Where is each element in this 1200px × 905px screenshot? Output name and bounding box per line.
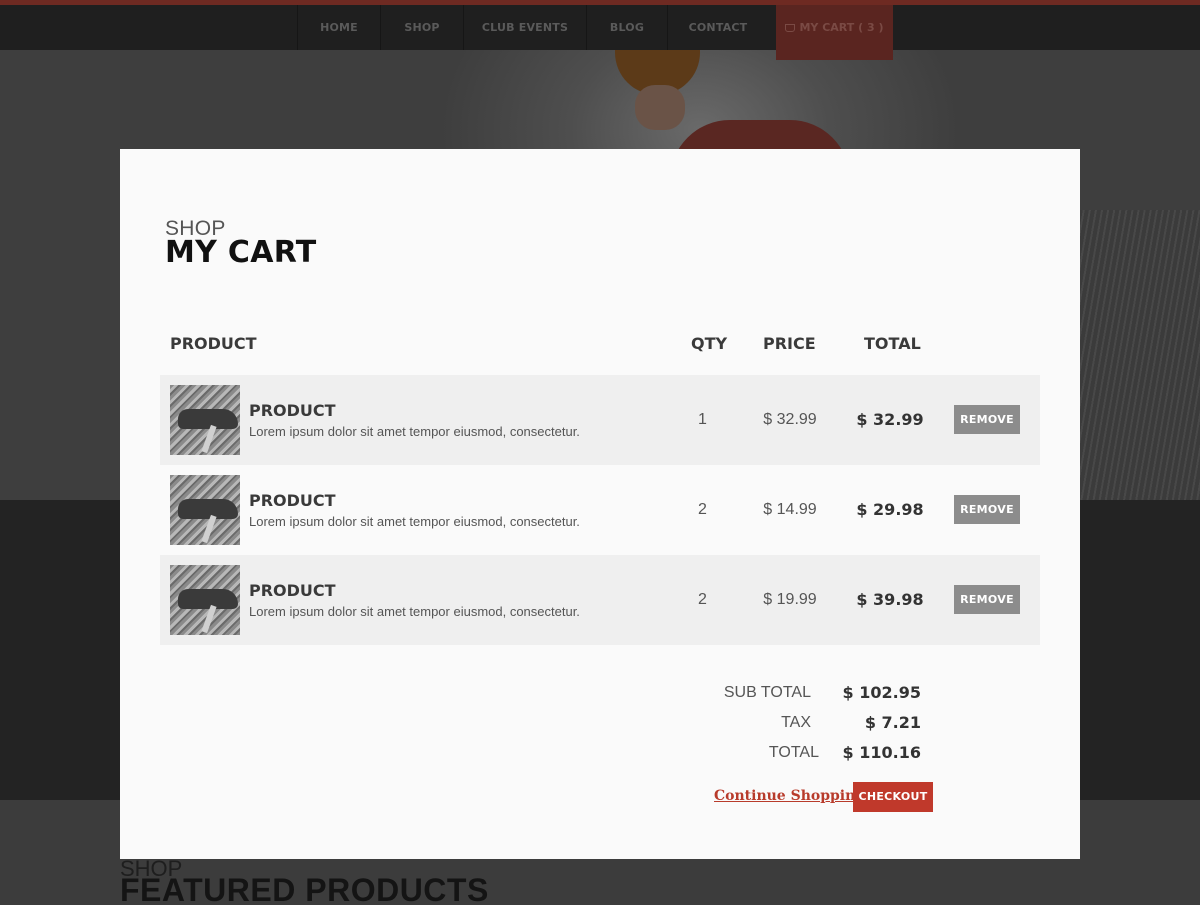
hero-rider xyxy=(610,50,730,140)
nav-my-cart[interactable]: MY CART ( 3 ) xyxy=(776,5,893,60)
product-price: $ 19.99 xyxy=(763,591,817,608)
rider-face xyxy=(635,85,685,130)
remove-button[interactable]: REMOVE xyxy=(954,405,1020,434)
product-qty: 2 xyxy=(698,591,707,608)
nav-contact[interactable]: CONTACT xyxy=(668,5,768,50)
product-thumbnail[interactable] xyxy=(170,475,240,545)
remove-button[interactable]: REMOVE xyxy=(954,585,1020,614)
subtotal-value: $ 102.95 xyxy=(842,683,921,702)
seatpost-image xyxy=(201,514,217,544)
main-navbar: HOME SHOP CLUB EVENTS BLOG CONTACT MY CA… xyxy=(0,5,1200,60)
nav-cart-label: MY CART ( 3 ) xyxy=(799,21,884,34)
nav-club-events[interactable]: CLUB EVENTS xyxy=(464,5,586,50)
product-description: Lorem ipsum dolor sit amet tempor eiusmo… xyxy=(249,424,580,439)
tax-value: $ 7.21 xyxy=(864,713,921,732)
product-total: $ 29.98 xyxy=(856,500,924,519)
product-thumbnail[interactable] xyxy=(170,565,240,635)
product-name[interactable]: PRODUCT xyxy=(249,581,336,600)
product-description: Lorem ipsum dolor sit amet tempor eiusmo… xyxy=(249,514,580,529)
column-header-qty: QTY xyxy=(691,334,728,353)
nav-menu: HOME SHOP CLUB EVENTS BLOG CONTACT xyxy=(0,5,1200,50)
column-header-price: PRICE xyxy=(763,334,816,353)
product-name[interactable]: PRODUCT xyxy=(249,401,336,420)
product-description: Lorem ipsum dolor sit amet tempor eiusmo… xyxy=(249,604,580,619)
product-thumbnail[interactable] xyxy=(170,385,240,455)
basket-icon xyxy=(785,24,796,32)
remove-button[interactable]: REMOVE xyxy=(954,495,1020,524)
product-total: $ 39.98 xyxy=(856,590,924,609)
cart-row: PRODUCT Lorem ipsum dolor sit amet tempo… xyxy=(160,555,1040,645)
saddle-image xyxy=(178,409,238,429)
cart-row: PRODUCT Lorem ipsum dolor sit amet tempo… xyxy=(160,465,1040,555)
tax-label: TAX xyxy=(781,714,811,731)
nav-blog[interactable]: BLOG xyxy=(587,5,667,50)
column-header-product: PRODUCT xyxy=(170,334,257,353)
product-total: $ 32.99 xyxy=(856,410,924,429)
saddle-image xyxy=(178,499,238,519)
product-qty: 2 xyxy=(698,501,707,518)
product-name[interactable]: PRODUCT xyxy=(249,491,336,510)
checkout-button[interactable]: CHECKOUT xyxy=(853,782,933,812)
saddle-image xyxy=(178,589,238,609)
cart-modal: SHOP MY CART PRODUCT QTY PRICE TOTAL PRO… xyxy=(120,149,1080,859)
modal-title: MY CART xyxy=(165,235,317,270)
product-price: $ 14.99 xyxy=(763,501,817,518)
seatpost-image xyxy=(201,604,217,634)
nav-shop[interactable]: SHOP xyxy=(381,5,463,50)
column-header-total: TOTAL xyxy=(864,334,921,353)
grand-total-value: $ 110.16 xyxy=(842,743,921,762)
continue-shopping-link[interactable]: Continue Shopping xyxy=(714,788,865,804)
grand-total-label: TOTAL xyxy=(768,744,819,761)
product-qty: 1 xyxy=(698,411,707,428)
product-price: $ 32.99 xyxy=(763,411,817,428)
seatpost-image xyxy=(201,424,217,454)
nav-home[interactable]: HOME xyxy=(298,5,380,50)
subtotal-label: SUB TOTAL xyxy=(723,684,811,701)
featured-heading: FEATURED PRODUCTS xyxy=(120,872,489,905)
cart-row: PRODUCT Lorem ipsum dolor sit amet tempo… xyxy=(160,375,1040,465)
